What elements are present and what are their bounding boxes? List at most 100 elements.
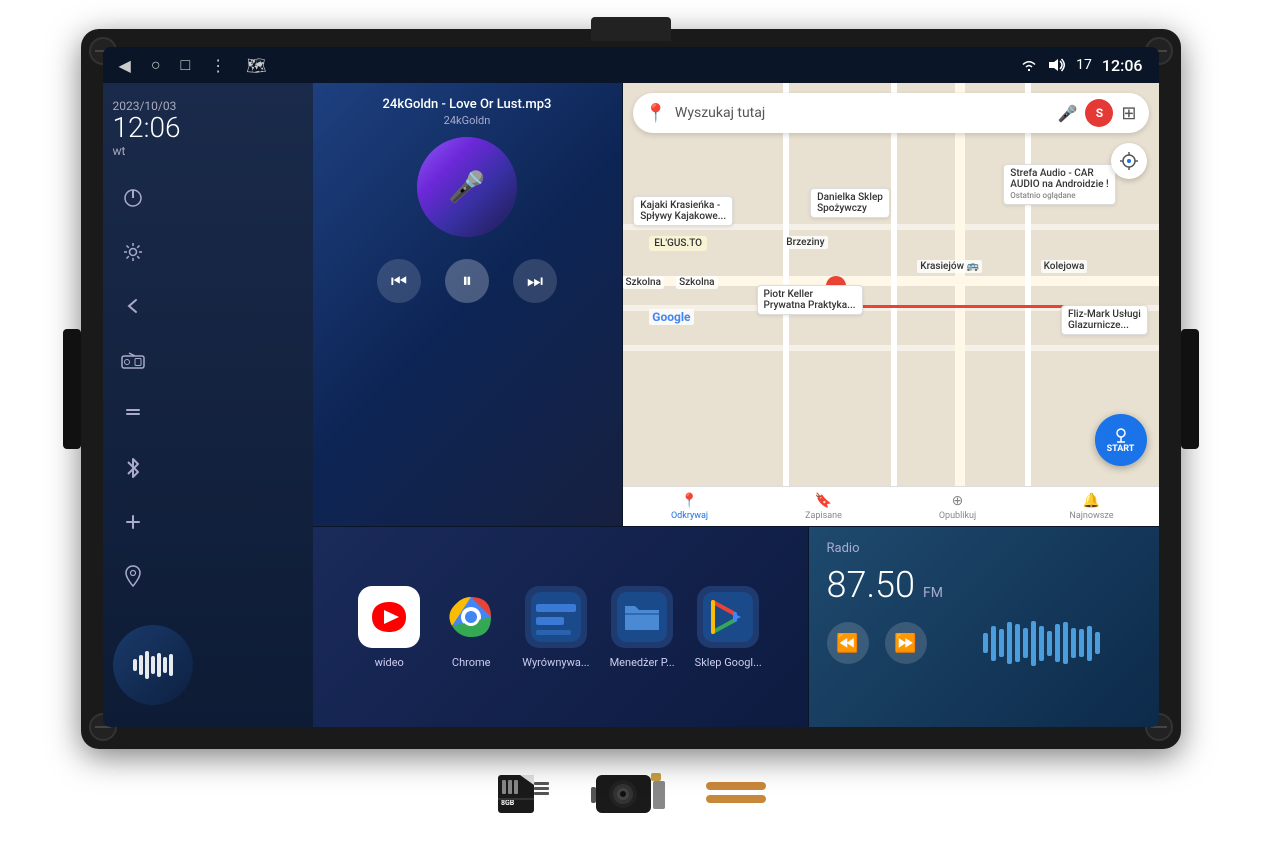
map-label-kajaki: Kajaki Krasieńka -Spływy Kajakowe... bbox=[633, 196, 733, 226]
maps-start-button[interactable]: START bbox=[1095, 414, 1147, 466]
radio-wave-bar bbox=[1047, 631, 1052, 656]
location-button[interactable] bbox=[113, 556, 153, 596]
menedzer-label: Menedżer P... bbox=[610, 656, 675, 669]
radio-wave-bar bbox=[1071, 628, 1076, 658]
waveform-visual bbox=[133, 651, 173, 679]
radio-wave-bar bbox=[1079, 629, 1084, 657]
status-indicators: 17 12:06 bbox=[1020, 56, 1142, 75]
radio-wave-bar bbox=[1095, 632, 1100, 654]
app-sklep[interactable]: Sklep Googl... bbox=[695, 586, 762, 669]
radio-prev-button[interactable]: ⏪ bbox=[827, 622, 869, 664]
prev-track-button[interactable]: ⏮ bbox=[377, 259, 421, 303]
app-chrome[interactable]: Chrome bbox=[440, 586, 502, 669]
maps-mic-icon[interactable]: 🎤 bbox=[1057, 104, 1077, 123]
maps-search-text: Wyszukaj tutaj bbox=[675, 105, 1050, 121]
radio-waveform bbox=[943, 618, 1141, 668]
odkrywaj-label: Odkrywaj bbox=[671, 511, 708, 521]
maps-search-bar[interactable]: 📍 Wyszukaj tutaj 🎤 S ⊞ bbox=[633, 93, 1149, 133]
music-title: 24kGoldn - Love Or Lust.mp3 bbox=[327, 97, 608, 112]
album-art-inner: 🎤 bbox=[417, 137, 517, 237]
radio-band: FM bbox=[923, 585, 943, 601]
nav-recent-button[interactable]: □ bbox=[180, 55, 190, 75]
main-content: 2023/10/03 12:06 wt bbox=[103, 83, 1159, 727]
map-label-kolejowa: Kolejowa bbox=[1041, 260, 1088, 273]
outer-container: ◀ ○ □ ⋮ 🗺 bbox=[0, 0, 1261, 857]
app-menedzer[interactable]: Menedżer P... bbox=[610, 586, 675, 669]
wifi-icon bbox=[1020, 58, 1038, 72]
radio-wave-bar bbox=[991, 626, 996, 661]
radio-frequency: 87.50 bbox=[827, 564, 916, 606]
accessories-row: 8GB bbox=[496, 749, 766, 828]
nav-back-button[interactable]: ◀ bbox=[119, 56, 131, 75]
maps-avatar[interactable]: S bbox=[1085, 99, 1113, 127]
status-time: 12:06 bbox=[1102, 56, 1143, 75]
album-art-container: 🎤 bbox=[327, 137, 608, 237]
radio-wave-bar bbox=[1055, 624, 1060, 662]
radio-controls: ⏪ ⏩ bbox=[827, 622, 927, 664]
screen: ◀ ○ □ ⋮ 🗺 bbox=[103, 47, 1159, 727]
maps-tab-odkrywaj[interactable]: 📍 Odkrywaj bbox=[623, 493, 757, 521]
chrome-icon bbox=[440, 586, 502, 648]
music-artist: 24kGoldn bbox=[327, 114, 608, 127]
wideo-icon bbox=[358, 586, 420, 648]
trim-strips-accessory bbox=[706, 782, 766, 803]
maps-tab-zapisane[interactable]: 🔖 Zapisane bbox=[757, 493, 891, 521]
nav-maps-button[interactable]: 🗺 bbox=[246, 56, 266, 75]
chrome-label: Chrome bbox=[452, 656, 491, 669]
play-pause-button[interactable]: ⏸ bbox=[445, 259, 489, 303]
trim-strip-1 bbox=[706, 782, 766, 790]
radio-wave-bar bbox=[1031, 621, 1036, 666]
bracket-right bbox=[1181, 329, 1199, 449]
map-label-strefa: Strefa Audio - CARAUDIO na Androidzie !O… bbox=[1003, 164, 1115, 205]
radio-button[interactable] bbox=[113, 340, 153, 380]
maps-pin-icon: 📍 bbox=[645, 103, 667, 124]
map-label-szkolna1: Szkolna bbox=[623, 276, 664, 289]
wyrownywacz-label: Wyrównywa... bbox=[522, 656, 589, 669]
map-label-danielka: Danielka SklepSpożywczy bbox=[810, 188, 890, 218]
radio-label: Radio bbox=[827, 541, 1141, 556]
maps-tab-opublikuj[interactable]: ⊕ Opublikuj bbox=[891, 493, 1025, 521]
radio-wave-bar bbox=[1039, 626, 1044, 661]
apps-grid: wideo bbox=[358, 586, 762, 669]
top-panels: 24kGoldn - Love Or Lust.mp3 24kGoldn 🎤 ⏮… bbox=[313, 83, 1159, 727]
svg-text:8GB: 8GB bbox=[501, 799, 515, 807]
map-label-google: Google bbox=[649, 309, 693, 325]
back-nav-button[interactable] bbox=[113, 286, 153, 326]
maps-location-button[interactable] bbox=[1111, 143, 1147, 179]
maps-tab-najnowsze[interactable]: 🔔 Najnowsze bbox=[1025, 493, 1159, 521]
camera-icon bbox=[591, 765, 666, 820]
maps-bottom-tabs: 📍 Odkrywaj 🔖 Zapisane ⊕ Opublikuj bbox=[623, 486, 1159, 526]
app-wyrownywacz[interactable]: Wyrównywa... bbox=[522, 586, 589, 669]
sd-card-accessory: 8GB bbox=[496, 770, 551, 815]
power-button[interactable] bbox=[113, 178, 153, 218]
app-wideo[interactable]: wideo bbox=[358, 586, 420, 669]
radio-wave-bar bbox=[1023, 628, 1028, 658]
waveform-button[interactable] bbox=[113, 625, 193, 705]
maps-layers-button[interactable]: ⊞ bbox=[1121, 103, 1136, 124]
volume-up-button[interactable] bbox=[113, 502, 153, 542]
radio-next-button[interactable]: ⏩ bbox=[885, 622, 927, 664]
car-unit: ◀ ○ □ ⋮ 🗺 bbox=[81, 29, 1181, 749]
zapisane-label: Zapisane bbox=[805, 511, 842, 521]
bluetooth-button[interactable] bbox=[113, 448, 153, 488]
sklep-icon bbox=[697, 586, 759, 648]
nav-home-button[interactable]: ○ bbox=[151, 55, 161, 75]
maps-panel: Kajaki Krasieńka -Spływy Kajakowe... Dan… bbox=[623, 83, 1159, 526]
next-track-button[interactable]: ⏭ bbox=[513, 259, 557, 303]
apps-panel: wideo bbox=[313, 527, 809, 727]
radio-wave-bar bbox=[983, 633, 988, 653]
volume-down-button[interactable] bbox=[113, 394, 153, 434]
sd-card-icon: 8GB bbox=[496, 770, 551, 815]
settings-button[interactable] bbox=[113, 232, 153, 272]
radio-wave-bar bbox=[1007, 622, 1012, 664]
map-label-szkolna2: Szkolna bbox=[676, 276, 717, 289]
nav-menu-button[interactable]: ⋮ bbox=[210, 56, 226, 75]
map-label-brzeziny: Brzeziny bbox=[783, 236, 827, 249]
music-player-panel: 24kGoldn - Love Or Lust.mp3 24kGoldn 🎤 ⏮… bbox=[313, 83, 623, 526]
menedzer-icon bbox=[611, 586, 673, 648]
radio-wave-bar bbox=[999, 629, 1004, 657]
date-time-widget: 2023/10/03 12:06 wt bbox=[113, 95, 303, 162]
opublikuj-label: Opublikuj bbox=[939, 511, 976, 521]
sidebar-icons bbox=[113, 178, 303, 596]
wyrownywacz-icon bbox=[525, 586, 587, 648]
